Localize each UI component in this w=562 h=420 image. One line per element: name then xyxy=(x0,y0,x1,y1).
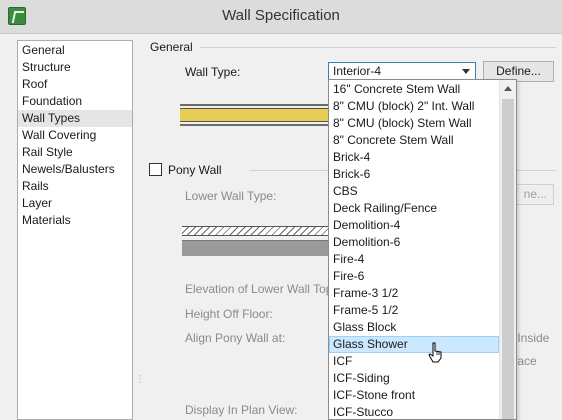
list-item[interactable]: Fire-4 xyxy=(329,251,499,268)
list-item[interactable]: CBS xyxy=(329,183,499,200)
list-item[interactable]: Frame-5 1/2 xyxy=(329,302,499,319)
scroll-up-arrow-icon[interactable] xyxy=(500,80,516,97)
list-item[interactable]: 8" CMU (block) Stem Wall xyxy=(329,115,499,132)
sidebar-item-wall-covering[interactable]: Wall Covering xyxy=(18,127,132,144)
general-divider xyxy=(200,47,556,48)
pony-wall-checkbox[interactable] xyxy=(149,163,162,176)
list-item[interactable]: ICF-Stone front xyxy=(329,387,499,404)
general-heading: General xyxy=(150,40,193,54)
list-item[interactable]: Brick-6 xyxy=(329,166,499,183)
list-item[interactable]: Demolition-4 xyxy=(329,217,499,234)
elevation-label: Elevation of Lower Wall Top: xyxy=(185,282,336,296)
chevron-down-icon xyxy=(462,69,470,74)
list-item[interactable]: 16" Concrete Stem Wall xyxy=(329,81,499,98)
list-item[interactable]: ICF xyxy=(329,353,499,370)
window-title: Wall Specification xyxy=(222,7,340,24)
sidebar-item-roof[interactable]: Roof xyxy=(18,76,132,93)
list-item[interactable]: 8" Concrete Stem Wall xyxy=(329,132,499,149)
sidebar-item-rail-style[interactable]: Rail Style xyxy=(18,144,132,161)
lower-wall-preview xyxy=(182,226,332,258)
wall-type-value: Interior-4 xyxy=(333,64,382,78)
scroll-thumb[interactable] xyxy=(502,99,514,419)
pony-wall-label[interactable]: Pony Wall xyxy=(168,163,222,177)
wall-type-select[interactable]: Interior-4 xyxy=(328,62,476,80)
align-face-option[interactable]: face xyxy=(514,354,537,368)
category-list[interactable]: General Structure Roof Foundation Wall T… xyxy=(17,40,133,420)
list-item-hovered[interactable]: Glass Shower xyxy=(329,336,499,353)
list-item[interactable]: 8" CMU (block) 2" Int. Wall xyxy=(329,98,499,115)
sidebar-item-structure[interactable]: Structure xyxy=(18,59,132,76)
sidebar-item-materials[interactable]: Materials xyxy=(18,212,132,229)
sidebar-item-foundation[interactable]: Foundation xyxy=(18,93,132,110)
sidebar-item-layer[interactable]: Layer xyxy=(18,195,132,212)
title-bar: Wall Specification xyxy=(0,0,562,34)
list-item[interactable]: Frame-3 1/2 xyxy=(329,285,499,302)
list-item[interactable]: ICF-Stucco xyxy=(329,404,499,419)
wall-type-label: Wall Type: xyxy=(185,65,241,79)
sidebar-item-general[interactable]: General xyxy=(18,42,132,59)
list-item[interactable]: ICF-Siding xyxy=(329,370,499,387)
list-item[interactable]: Glass Block xyxy=(329,319,499,336)
list-item[interactable]: Fire-6 xyxy=(329,268,499,285)
list-item[interactable]: Demolition-6 xyxy=(329,234,499,251)
list-item[interactable]: Brick-4 xyxy=(329,149,499,166)
align-pony-wall-label: Align Pony Wall at: xyxy=(185,331,286,345)
lower-wall-type-label: Lower Wall Type: xyxy=(185,189,277,203)
mouse-pointer-icon xyxy=(428,342,442,363)
sidebar-item-newels-balusters[interactable]: Newels/Balusters xyxy=(18,161,132,178)
wall-type-preview xyxy=(180,104,330,128)
dotted-separator: ⋮ xyxy=(135,374,145,385)
wall-type-dropdown-list[interactable]: 16" Concrete Stem Wall 8" CMU (block) 2"… xyxy=(328,79,517,420)
sidebar-item-wall-types[interactable]: Wall Types xyxy=(18,110,132,127)
height-off-floor-label: Height Off Floor: xyxy=(185,307,273,321)
display-in-plan-label: Display In Plan View: xyxy=(185,403,298,417)
sidebar-item-rails[interactable]: Rails xyxy=(18,178,132,195)
dropdown-scrollbar[interactable] xyxy=(499,80,516,419)
list-item[interactable]: Deck Railing/Fence xyxy=(329,200,499,217)
